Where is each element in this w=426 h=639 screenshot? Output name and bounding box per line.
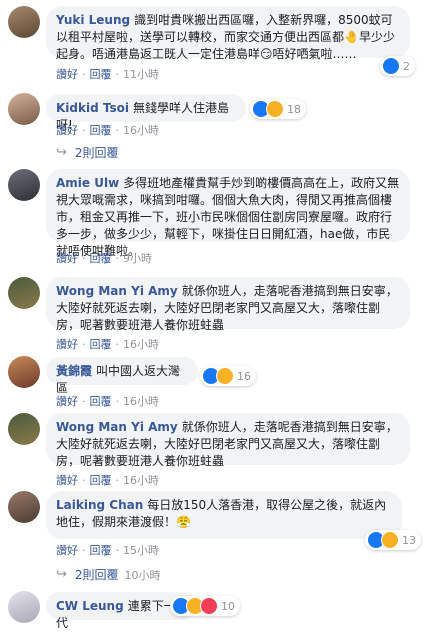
haha-icon [266,100,284,118]
love-icon [200,597,218,615]
comment-author[interactable]: Wong Man Yi Amy [56,284,178,298]
timestamp[interactable]: 11小時 [123,68,159,81]
comment-author[interactable]: Yuki Leung [56,13,130,27]
reaction-summary[interactable]: 10 [170,596,240,616]
timestamp[interactable]: 15小時 [123,544,159,557]
avatar[interactable] [8,356,40,388]
reply-button[interactable]: 回覆 [90,252,112,265]
comment-author[interactable]: Amie Ulw [56,176,119,190]
comment-author[interactable]: Kidkid Tsoi [56,101,129,115]
avatar[interactable] [8,413,40,445]
like-button[interactable]: 讚好 [56,474,78,487]
comment-actions: 讚好 · 回覆 · 16小時 [56,395,159,408]
comment-author[interactable]: CW Leung [56,599,124,613]
like-icon [382,57,400,75]
timestamp[interactable]: 16小時 [123,124,159,137]
reaction-count: 16 [237,369,251,383]
reaction-count: 13 [402,533,416,547]
comment-actions: 讚好 · 回覆 · 11小時 [56,68,159,81]
avatar[interactable] [8,6,40,38]
comment-bubble: Laiking Chan 每日放150人落香港，取得公屋之後，就返內地住，假期來港… [46,491,402,539]
comment-bubble: Wong Man Yi Amy 就係你班人，走落呢香港搞到無日安寧，大陸好就死返去… [46,413,410,468]
comment-actions: 讚好 · 回覆 · 9小時 [56,252,152,265]
reply-timestamp[interactable]: 10小時 [125,567,161,583]
timestamp[interactable]: 9小時 [123,252,152,265]
avatar[interactable] [8,93,40,125]
timestamp[interactable]: 16小時 [123,338,159,351]
reply-arrow-icon: ↪ [56,145,67,160]
comment-actions: 讚好 · 回覆 · 16小時 [56,474,159,487]
haha-icon [381,531,399,549]
reply-arrow-icon: ↪ [56,567,67,582]
like-button[interactable]: 讚好 [56,68,78,81]
reply-button[interactable]: 回覆 [90,395,112,408]
like-button[interactable]: 讚好 [56,544,78,557]
reaction-summary[interactable]: 16 [200,366,256,386]
reply-count-label[interactable]: 2則回覆 [75,566,119,583]
comment-actions: 讚好 · 回覆 · 16小時 [56,124,159,137]
reply-button[interactable]: 回覆 [90,68,112,81]
avatar[interactable] [8,169,40,201]
comment-bubble: Wong Man Yi Amy 就係你班人，走落呢香港搞到無日安寧，大陸好就死返去… [46,277,410,332]
reaction-count: 18 [287,102,301,116]
view-replies-link[interactable]: ↪ 2則回覆 [56,144,119,161]
comment-author[interactable]: Wong Man Yi Amy [56,420,178,434]
like-button[interactable]: 讚好 [56,395,78,408]
sad-icon [216,367,234,385]
avatar[interactable] [8,277,40,309]
like-button[interactable]: 讚好 [56,252,78,265]
like-button[interactable]: 讚好 [56,338,78,351]
reaction-summary[interactable]: 13 [365,530,421,550]
view-replies-link[interactable]: ↪ 2則回覆 10小時 [56,566,161,583]
comment-bubble: Amie Ulw 多得班地產權貴幫手炒到啲樓價高高在上，政府又無視大眾嘅需求，咪搞… [46,169,410,258]
reaction-count: 10 [221,599,235,613]
avatar[interactable] [8,491,40,523]
like-button[interactable]: 讚好 [56,124,78,137]
reply-button[interactable]: 回覆 [90,474,112,487]
comment-author[interactable]: Laiking Chan [56,498,143,512]
comment-actions: 讚好 · 回覆 · 16小時 [56,338,159,351]
timestamp[interactable]: 16小時 [123,474,159,487]
reaction-summary[interactable]: 18 [250,99,306,119]
comment-bubble: Kidkid Tsoi 無錢學咩人住港島呀! [46,94,246,132]
reaction-count: 2 [403,59,410,73]
comment-author[interactable]: 黃錦霞 [56,364,92,378]
reply-button[interactable]: 回覆 [90,544,112,557]
reply-button[interactable]: 回覆 [90,338,112,351]
reply-count-label[interactable]: 2則回覆 [75,144,119,161]
comment-bubble: 黃錦霞 叫中國人返大灣區 [46,357,198,395]
comment-actions: 讚好 · 回覆 · 15小時 [56,544,159,557]
reply-button[interactable]: 回覆 [90,124,112,137]
reaction-summary[interactable]: 2 [380,56,415,76]
timestamp[interactable]: 16小時 [123,395,159,408]
avatar[interactable] [8,591,40,623]
comment-bubble: Yuki Leung 識到咁貴咪搬出西區囉，入整新界囉，8500蚊可以租平村屋啦，… [46,6,410,61]
